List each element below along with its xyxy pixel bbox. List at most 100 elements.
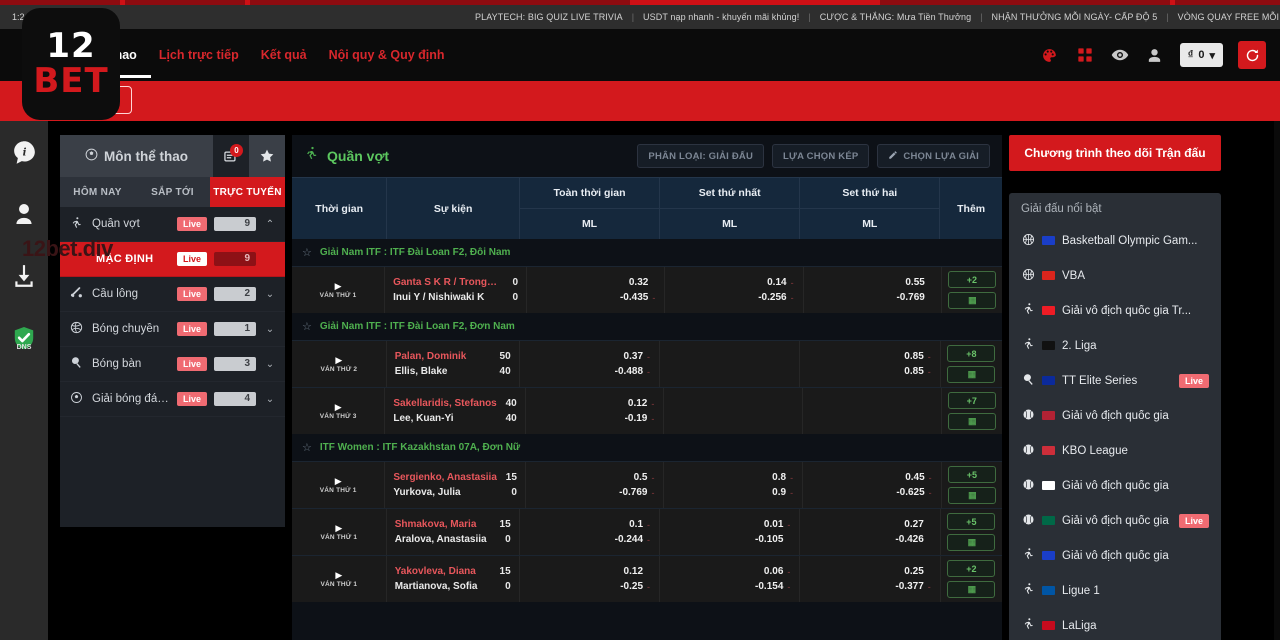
odds-cell-0[interactable]: 0.5--0.769-: [526, 462, 665, 508]
odds-cell-0[interactable]: 0.32-0.435-: [527, 267, 665, 313]
featured-league-row-5[interactable]: Giải vô địch quốc gia: [1009, 398, 1221, 433]
sidebar-sport-row-5[interactable]: Giải bóng đá điện ...Live4⌄: [60, 382, 285, 417]
match-time-cell[interactable]: ▶VÁN THỨ 1: [292, 509, 387, 555]
user-icon[interactable]: [1145, 45, 1165, 65]
ticker-promo-item[interactable]: USDT nạp nhanh - khuyến mãi khủng!: [643, 12, 799, 22]
brand-logo[interactable]: 12 BET: [22, 8, 120, 120]
star-icon[interactable]: ☆: [302, 441, 312, 454]
odds-cell-2[interactable]: 0.55-0.769: [804, 267, 942, 313]
watch-program-button[interactable]: Chương trình theo dõi Trận đấu: [1009, 135, 1221, 171]
odds-cell-1[interactable]: [664, 388, 803, 434]
refresh-button[interactable]: [1238, 41, 1266, 69]
nav-item-3[interactable]: Nội quy & Quy định: [329, 48, 445, 62]
odds-cell-2[interactable]: 0.27-0.426: [800, 509, 940, 555]
play-icon[interactable]: ▶: [335, 571, 342, 580]
chevron-icon[interactable]: ⌄: [263, 359, 277, 370]
grid-icon[interactable]: [1075, 45, 1095, 65]
chevron-icon[interactable]: ⌄: [263, 289, 277, 300]
featured-league-row-11[interactable]: LaLiga: [1009, 608, 1221, 640]
page-scrollbar[interactable]: [1274, 121, 1280, 640]
chevron-icon[interactable]: ⌄: [263, 324, 277, 335]
table-row[interactable]: ▶VÁN THỨ 2Palan, Dominik50Ellis, Blake40…: [292, 340, 1002, 387]
nav-item-2[interactable]: Kết quả: [261, 48, 307, 62]
balance-selector[interactable]: ₫ 0 ▾: [1180, 43, 1223, 67]
more-markets-cell[interactable]: +5▦: [941, 509, 1002, 555]
palette-icon[interactable]: [1040, 45, 1060, 65]
more-markets-cell[interactable]: +2▦: [941, 556, 1002, 602]
betslip-button[interactable]: 0: [213, 135, 249, 177]
promo-ticker[interactable]: PLAYTECH: BIG QUIZ LIVE TRIVIA|USDT nạp …: [475, 5, 1280, 29]
ticker-promo-item[interactable]: NHẬN THƯỞNG MỖI NGÀY- CẤP ĐỘ 5: [992, 12, 1158, 22]
ticker-promo-item[interactable]: PLAYTECH: BIG QUIZ LIVE TRIVIA: [475, 12, 623, 22]
sidebar-tab-2[interactable]: TRỰC TUYẾN: [210, 177, 285, 207]
featured-league-row-3[interactable]: 2. Liga: [1009, 328, 1221, 363]
sidebar-sport-row-4[interactable]: Bóng bànLive3⌄: [60, 347, 285, 382]
more-markets-cell[interactable]: +2▦: [942, 267, 1002, 313]
match-event-cell[interactable]: Shmakova, Maria15Aralova, Anastasiia0: [387, 509, 520, 555]
featured-league-row-7[interactable]: Giải vô địch quốc gia: [1009, 468, 1221, 503]
match-time-cell[interactable]: ▶VÁN THỨ 1: [292, 267, 385, 313]
play-icon[interactable]: ▶: [335, 403, 342, 412]
odds-cell-1[interactable]: 0.8-0.9-: [664, 462, 803, 508]
match-time-cell[interactable]: ▶VÁN THỨ 1: [292, 462, 385, 508]
favourites-button[interactable]: [249, 135, 285, 177]
odds-cell-0[interactable]: 0.12--0.19-: [526, 388, 665, 434]
match-time-cell[interactable]: ▶VÁN THỨ 1: [292, 556, 387, 602]
table-row[interactable]: ▶VÁN THỨ 1Ganta S K R / Trongcharo...0In…: [292, 266, 1002, 313]
nav-item-1[interactable]: Lịch trực tiếp: [159, 48, 239, 62]
odds-cell-2[interactable]: 0.45--0.625-: [803, 462, 942, 508]
featured-league-row-1[interactable]: VBA: [1009, 258, 1221, 293]
odds-cell-2[interactable]: [803, 388, 942, 434]
sidebar-sport-row-3[interactable]: Bóng chuyềnLive1⌄: [60, 312, 285, 347]
league-group-name[interactable]: ITF Women : ITF Kazakhstan 07A, Đơn Nữ: [320, 442, 520, 453]
featured-league-row-9[interactable]: Giải vô địch quốc gia: [1009, 538, 1221, 573]
odds-cell-1[interactable]: 0.06--0.154-: [660, 556, 800, 602]
table-row[interactable]: ▶VÁN THỨ 3Sakellaridis, Stefanos40Lee, K…: [292, 387, 1002, 434]
odds-cell-0[interactable]: 0.37--0.488-: [520, 341, 660, 387]
table-row[interactable]: ▶VÁN THỨ 1Sergienko, Anastasiia15Yurkova…: [292, 461, 1002, 508]
match-time-cell[interactable]: ▶VÁN THỨ 2: [292, 341, 387, 387]
odds-cell-1[interactable]: [660, 341, 800, 387]
eye-icon[interactable]: [1110, 45, 1130, 65]
table-row[interactable]: ▶VÁN THỨ 1Shmakova, Maria15Aralova, Anas…: [292, 508, 1002, 555]
sidebar-sport-row-2[interactable]: Cầu lôngLive2⌄: [60, 277, 285, 312]
league-group-name[interactable]: Giải Nam ITF : ITF Đài Loan F2, Đôi Nam: [320, 247, 511, 258]
ticker-promo-item[interactable]: VÒNG QUAY FREE MỖI NGÀY!: [1178, 12, 1280, 22]
dns-shield-icon[interactable]: DNS: [0, 307, 48, 369]
chevron-icon[interactable]: ⌃: [263, 219, 277, 230]
star-icon[interactable]: ☆: [302, 320, 312, 333]
match-event-cell[interactable]: Sergienko, Anastasiia15Yurkova, Julia0: [385, 462, 526, 508]
sidebar-tab-0[interactable]: HÔM NAY: [60, 177, 135, 207]
match-event-cell[interactable]: Palan, Dominik50Ellis, Blake40: [387, 341, 520, 387]
match-event-cell[interactable]: Yakovleva, Diana15Martianova, Sofia0: [387, 556, 520, 602]
featured-league-row-4[interactable]: TT Elite SeriesLive: [1009, 363, 1221, 398]
play-icon[interactable]: ▶: [335, 477, 342, 486]
filter-league-button[interactable]: PHÂN LOẠI: GIẢI ĐẤU: [637, 144, 764, 168]
odds-cell-0[interactable]: 0.12-0.25-: [520, 556, 660, 602]
odds-cell-2[interactable]: 0.25-0.377-: [800, 556, 940, 602]
star-icon[interactable]: ☆: [302, 246, 312, 259]
more-markets-cell[interactable]: +8▦: [941, 341, 1002, 387]
play-icon[interactable]: ▶: [335, 282, 342, 291]
info-bubble-icon[interactable]: i: [0, 121, 48, 183]
match-event-cell[interactable]: Sakellaridis, Stefanos40Lee, Kuan-Yi40: [385, 388, 525, 434]
play-icon[interactable]: ▶: [335, 524, 342, 533]
more-markets-cell[interactable]: +7▦: [942, 388, 1002, 434]
featured-league-row-2[interactable]: Giải vô địch quốc gia Tr...: [1009, 293, 1221, 328]
featured-league-row-0[interactable]: Basketball Olympic Gam...: [1009, 223, 1221, 258]
featured-league-row-6[interactable]: KBO League: [1009, 433, 1221, 468]
table-row[interactable]: ▶VÁN THỨ 1Yakovleva, Diana15Martianova, …: [292, 555, 1002, 602]
ticker-promo-item[interactable]: CƯỢC & THẮNG: Mưa Tiền Thưởng: [820, 12, 971, 22]
choose-league-button[interactable]: CHỌN LỰA GIẢI: [877, 144, 990, 168]
play-icon[interactable]: ▶: [335, 356, 342, 365]
sidebar-tab-1[interactable]: SẮP TỚI: [135, 177, 210, 207]
featured-league-row-8[interactable]: Giải vô địch quốc giaLive: [1009, 503, 1221, 538]
odds-cell-2[interactable]: 0.85-0.85-: [800, 341, 940, 387]
odds-cell-1[interactable]: 0.14--0.256-: [665, 267, 803, 313]
odds-cell-1[interactable]: 0.01--0.105: [660, 509, 800, 555]
match-time-cell[interactable]: ▶VÁN THỨ 3: [292, 388, 385, 434]
league-group-name[interactable]: Giải Nam ITF : ITF Đài Loan F2, Đơn Nam: [320, 321, 515, 332]
chevron-icon[interactable]: ⌄: [263, 394, 277, 405]
odds-cell-0[interactable]: 0.1--0.244-: [520, 509, 660, 555]
match-event-cell[interactable]: Ganta S K R / Trongcharo...0Inui Y / Nis…: [385, 267, 527, 313]
